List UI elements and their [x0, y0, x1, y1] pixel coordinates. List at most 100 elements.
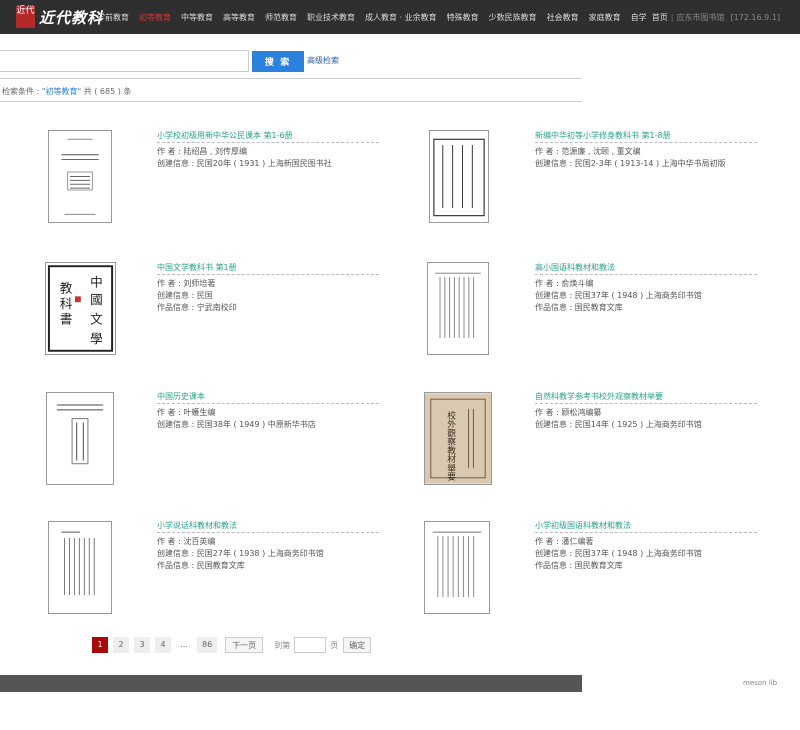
title-divider: [157, 403, 379, 404]
pagination-ellipsis: ...: [180, 640, 188, 649]
book-cover-thumbnail[interactable]: [427, 262, 489, 355]
page-last[interactable]: 86: [197, 637, 218, 653]
page-link[interactable]: 4: [155, 637, 171, 653]
book-meta: 作 者 : 叶蠖生编创建信息 : 民国38年 ( 1949 ) 中原新华书店: [157, 407, 316, 431]
search-input[interactable]: [0, 50, 249, 72]
book-meta-line: 创建信息 : 民国37年 ( 1948 ) 上海商务印书馆: [535, 549, 702, 558]
library-name: 应东市图书馆: [676, 12, 725, 22]
book-title-link[interactable]: 自然科教学参考书校外观察教材举要: [535, 391, 663, 402]
goto-page-input[interactable]: [294, 637, 327, 653]
nav-item[interactable]: 社会教育: [547, 12, 579, 23]
title-divider: [157, 274, 379, 275]
nav-item[interactable]: 家庭教育: [589, 12, 621, 23]
goto-label: 到第: [274, 640, 291, 650]
book-meta-line: 作 者 : 潘仁编著: [535, 537, 594, 546]
category-nav: 学前教育 初等教育 中等教育 高等教育 师范教育 职业技术教育 成人教育 · 业余教育 特殊教…: [97, 0, 657, 34]
book-cover-thumbnail[interactable]: [429, 130, 489, 223]
page-current[interactable]: 1: [92, 637, 108, 653]
book-title-link[interactable]: 高小国语科教材和教法: [535, 262, 615, 273]
book-cover-thumbnail[interactable]: 校外觀察教材舉要: [424, 392, 492, 485]
site-logo[interactable]: 近代 近代教科: [16, 6, 103, 28]
home-link[interactable]: 首页: [652, 12, 668, 23]
logo-text: 近代教科: [39, 8, 104, 27]
book-meta: 作 者 : 潘仁编著创建信息 : 民国37年 ( 1948 ) 上海商务印书馆作…: [535, 536, 702, 572]
svg-text:教: 教: [60, 280, 73, 295]
book-meta-line: 作品信息 : 宁武南校印: [157, 303, 237, 312]
title-divider: [535, 532, 757, 533]
book-cover-thumbnail[interactable]: [48, 521, 112, 614]
svg-text:書: 書: [60, 312, 73, 327]
book-meta-line: 作 者 : 范源廉 , 沈颐 , 董文编: [535, 147, 641, 156]
book-meta-line: 创建信息 : 民国: [157, 291, 213, 300]
book-meta-line: 创建信息 : 民国38年 ( 1949 ) 中原新华书店: [157, 420, 316, 429]
goto-unit: 页: [330, 640, 339, 650]
book-meta-line: 作品信息 : 民国教育文库: [157, 561, 245, 570]
book-cover-thumbnail[interactable]: [46, 392, 114, 485]
logo-seal-icon: 近代: [16, 6, 35, 28]
advanced-search-link[interactable]: 高级检索: [307, 55, 339, 66]
book-meta-line: 作 者 : 陆绍昌 , 刘传厚编: [157, 147, 247, 156]
nav-item[interactable]: 初等教育: [139, 12, 171, 23]
divider: [0, 78, 582, 79]
page-link[interactable]: 3: [134, 637, 150, 653]
top-navigation-bar: 近代 近代教科 学前教育 初等教育 中等教育 高等教育 师范教育 职业技术教育 成人教育 ·…: [0, 0, 800, 34]
footer-bar: [0, 675, 582, 692]
book-meta-line: 作品信息 : 国民教育文库: [535, 561, 623, 570]
nav-item[interactable]: 中等教育: [181, 12, 213, 23]
nav-item[interactable]: 高等教育: [223, 12, 255, 23]
title-divider: [535, 142, 757, 143]
ip-address: [172.16.9.1]: [730, 12, 781, 22]
goto-confirm-button[interactable]: 确定: [343, 637, 372, 653]
title-divider: [157, 142, 379, 143]
footer-credit: meson lib: [743, 679, 778, 687]
top-right-links: 首页 | 应东市图书馆 [172.16.9.1]: [652, 0, 780, 34]
book-title-link[interactable]: 中国文学教科书 第1册: [157, 262, 237, 273]
nav-item[interactable]: 特殊教育: [447, 12, 479, 23]
book-meta: 作 者 : 俞焕斗编创建信息 : 民国37年 ( 1948 ) 上海商务印书馆作…: [535, 278, 702, 314]
book-meta-line: 创建信息 : 民国14年 ( 1925 ) 上海商务印书馆: [535, 420, 702, 429]
book-meta-line: 作 者 : 沈百英编: [157, 537, 216, 546]
book-cover-thumbnail[interactable]: [424, 521, 490, 614]
svg-text:文: 文: [90, 312, 103, 327]
book-cover-thumbnail[interactable]: [48, 130, 112, 223]
result-count: 685: [99, 87, 116, 96]
nav-item[interactable]: 成人教育 · 业余教育: [365, 12, 437, 23]
condition-query: "初等教育": [41, 87, 82, 96]
book-title-link[interactable]: 中国历史课本: [157, 391, 205, 402]
book-title-link[interactable]: 新编中华初等小学修身教科书 第1-8册: [535, 130, 671, 141]
divider: [0, 101, 582, 102]
book-title-link[interactable]: 小学初级国语科教材和教法: [535, 520, 631, 531]
book-meta: 作 者 : 顾松鸿编纂创建信息 : 民国14年 ( 1925 ) 上海商务印书馆: [535, 407, 702, 431]
nav-item[interactable]: 职业技术教育: [307, 12, 355, 23]
book-meta-line: 作 者 : 叶蠖生编: [157, 408, 216, 417]
book-meta-line: 作 者 : 俞焕斗编: [535, 279, 594, 288]
title-divider: [535, 403, 757, 404]
book-meta: 作 者 : 陆绍昌 , 刘传厚编 创建信息 : 民国20年 ( 1931 ) 上海…: [157, 146, 332, 170]
book-meta-line: 创建信息 : 民国37年 ( 1948 ) 上海商务印书馆: [535, 291, 702, 300]
book-meta: 作 者 : 范源廉 , 沈颐 , 董文编创建信息 : 民国2-3年 ( 1913…: [535, 146, 726, 170]
book-meta-line: 创建信息 : 民国2-3年 ( 1913-14 ) 上海中华书局初版: [535, 159, 726, 168]
nav-item[interactable]: 学前教育: [97, 12, 129, 23]
book-meta-line: 作 者 : 顾松鸿编纂: [535, 408, 602, 417]
svg-text:國: 國: [90, 292, 103, 307]
next-page-button[interactable]: 下一页: [225, 637, 264, 653]
svg-text:學: 學: [90, 331, 103, 346]
nav-item[interactable]: 自学: [631, 12, 647, 23]
book-meta-line: 作品信息 : 国民教育文库: [535, 303, 623, 312]
book-title-link[interactable]: 小学说话科教材和教法: [157, 520, 237, 531]
book-meta: 作 者 : 沈百英编创建信息 : 民国27年 ( 1938 ) 上海商务印书馆作…: [157, 536, 324, 572]
title-divider: [535, 274, 757, 275]
book-cover-thumbnail[interactable]: 中國文學 教科書: [45, 262, 116, 355]
svg-text:科: 科: [60, 296, 73, 311]
book-meta: 作 者 : 刘师培著 创建信息 : 民国 作品信息 : 宁武南校印: [157, 278, 237, 314]
book-title-link[interactable]: 小学校初级用新中华公民课本 第1-6册: [157, 130, 293, 141]
search-button[interactable]: 搜 索: [252, 51, 304, 72]
svg-text:中: 中: [90, 275, 103, 290]
svg-text:校外觀察教材舉要: 校外觀察教材舉要: [445, 410, 455, 482]
nav-item[interactable]: 师范教育: [265, 12, 297, 23]
title-divider: [157, 532, 379, 533]
page-link[interactable]: 2: [113, 637, 129, 653]
book-meta-line: 创建信息 : 民国27年 ( 1938 ) 上海商务印书馆: [157, 549, 324, 558]
separator: |: [670, 12, 674, 22]
nav-item[interactable]: 少数民族教育: [489, 12, 537, 23]
